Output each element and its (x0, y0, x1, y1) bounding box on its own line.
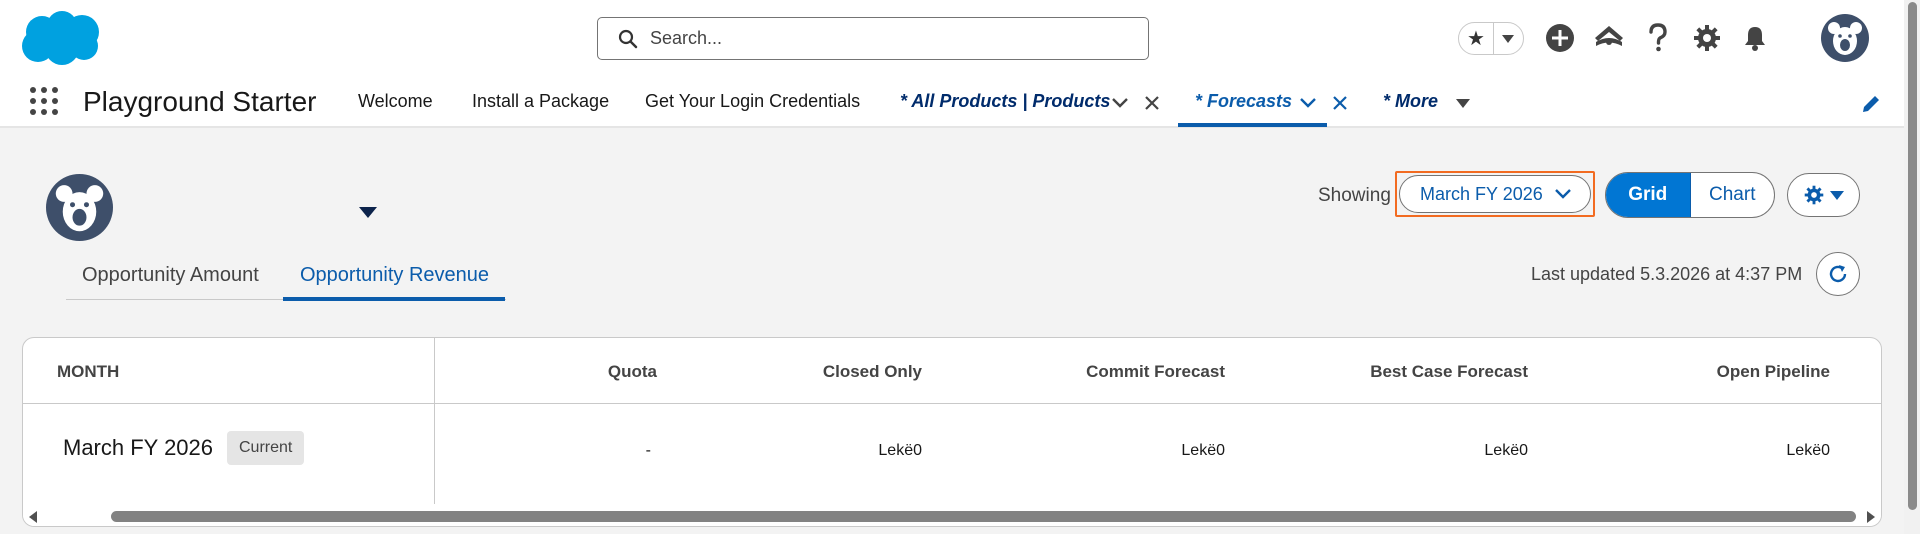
user-avatar[interactable] (1821, 14, 1869, 62)
table-header-row: MONTH Quota Closed Only Commit Forecast … (23, 338, 1881, 404)
favorites-button-group: ★ (1458, 22, 1524, 55)
scroll-left-arrow-icon[interactable] (29, 511, 37, 523)
page-vertical-scrollbar[interactable] (1904, 0, 1920, 534)
settings-gear-icon (1804, 185, 1823, 205)
active-tab-indicator (1178, 123, 1327, 127)
app-navigation-bar: Playground Starter Welcome Install a Pac… (0, 78, 1904, 128)
tab-all-products-chevron-down-icon[interactable] (1109, 92, 1131, 114)
edit-nav-pencil-icon[interactable] (1860, 93, 1882, 115)
notifications-bell-icon[interactable] (1738, 21, 1772, 55)
forecast-owner-dropdown-icon[interactable] (359, 207, 377, 218)
column-header-open-pipeline[interactable]: Open Pipeline (1717, 362, 1830, 382)
chevron-down-icon (1555, 189, 1571, 199)
settings-dropdown-icon (1829, 190, 1844, 200)
search-icon (618, 29, 638, 48)
page-scrollbar-thumb[interactable] (1908, 2, 1917, 510)
refresh-icon (1829, 265, 1847, 283)
refresh-button[interactable] (1816, 252, 1860, 296)
global-actions-add-icon[interactable] (1543, 21, 1577, 55)
tab-forecasts[interactable]: * Forecasts (1195, 91, 1292, 112)
view-toggle: Grid Chart (1605, 172, 1775, 218)
column-header-best-case-forecast[interactable]: Best Case Forecast (1370, 362, 1528, 382)
favorites-dropdown-icon[interactable] (1494, 23, 1523, 54)
nav-item-install-package[interactable]: Install a Package (472, 91, 609, 112)
scroll-right-arrow-icon[interactable] (1867, 511, 1875, 523)
showing-label: Showing (1318, 185, 1391, 206)
app-name: Playground Starter (83, 86, 317, 117)
column-header-quota[interactable]: Quota (608, 362, 657, 382)
favorites-star-icon[interactable]: ★ (1459, 23, 1494, 54)
tab-all-products[interactable]: * All Products | Products (900, 91, 1110, 112)
search-placeholder: Search... (650, 28, 723, 48)
trailhead-guidance-icon[interactable] (1592, 21, 1626, 55)
active-subtab-indicator (283, 297, 505, 301)
tab-forecasts-chevron-down-icon[interactable] (1297, 92, 1319, 114)
table-row: March FY 2026 Current - Lekë0 Lekë0 Lekë… (23, 405, 1881, 504)
period-selector-value: March FY 2026 (1420, 183, 1543, 204)
subtab-opportunity-revenue[interactable]: Opportunity Revenue (300, 264, 489, 287)
month-cell: March FY 2026 (63, 435, 214, 460)
salesforce-logo[interactable] (20, 10, 102, 66)
column-header-month[interactable]: MONTH (57, 362, 119, 382)
column-header-commit-forecast[interactable]: Commit Forecast (1086, 362, 1225, 382)
current-badge: Current (227, 431, 305, 465)
horizontal-scrollbar-thumb[interactable] (111, 511, 1856, 522)
commit-forecast-cell[interactable]: Lekë0 (1181, 442, 1225, 460)
chart-view-button[interactable]: Chart (1691, 173, 1775, 217)
tab-more[interactable]: * More (1383, 91, 1438, 112)
forecast-settings-button[interactable] (1787, 173, 1860, 217)
more-dropdown-icon[interactable] (1452, 92, 1474, 114)
forecast-grid-table: MONTH Quota Closed Only Commit Forecast … (22, 337, 1882, 527)
grid-view-button[interactable]: Grid (1606, 173, 1691, 217)
nav-item-welcome[interactable]: Welcome (358, 91, 433, 112)
quota-cell[interactable]: - (646, 442, 651, 460)
app-launcher-icon[interactable] (28, 85, 60, 117)
nav-item-login-credentials[interactable]: Get Your Login Credentials (645, 91, 860, 112)
subtab-opportunity-amount[interactable]: Opportunity Amount (82, 264, 259, 287)
best-case-forecast-cell[interactable]: Lekë0 (1484, 442, 1528, 460)
period-selector-button[interactable]: March FY 2026 (1399, 175, 1591, 213)
global-search-input[interactable]: Search... (597, 17, 1149, 60)
tab-forecasts-close-icon[interactable] (1329, 92, 1351, 114)
open-pipeline-cell[interactable]: Lekë0 (1786, 442, 1830, 460)
global-header: Search... ★ (0, 0, 1904, 78)
horizontal-scrollbar[interactable] (23, 504, 1881, 526)
column-header-closed-only[interactable]: Closed Only (823, 362, 922, 382)
setup-gear-icon[interactable] (1690, 21, 1724, 55)
last-updated-text: Last updated 5.3.2026 at 4:37 PM (1531, 264, 1803, 284)
tab-all-products-close-icon[interactable] (1141, 92, 1163, 114)
closed-only-cell[interactable]: Lekë0 (878, 442, 922, 460)
forecast-owner-avatar (46, 174, 113, 241)
help-icon[interactable] (1641, 21, 1675, 55)
